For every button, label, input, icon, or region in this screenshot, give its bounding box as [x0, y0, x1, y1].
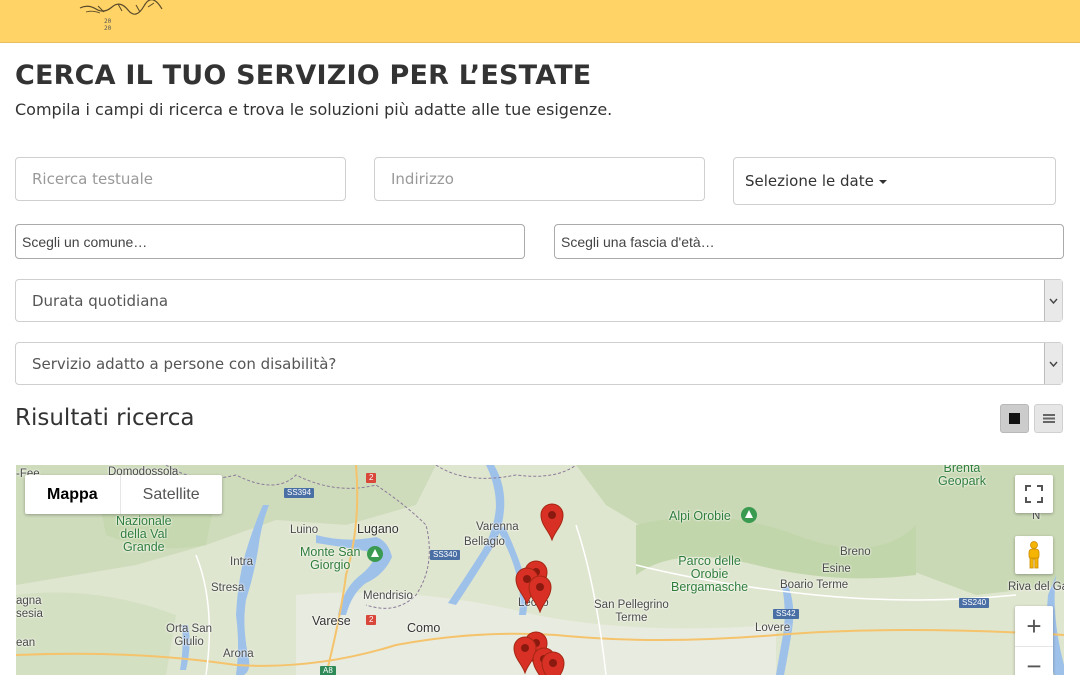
results-map[interactable]: Domodossola -Fee Nazionale della Val Gra…: [16, 465, 1064, 675]
pegman-icon: [1028, 541, 1040, 569]
map-type-map-button[interactable]: Mappa: [25, 475, 120, 514]
date-picker-button[interactable]: Selezione le date: [733, 157, 1056, 205]
park-icon: [741, 507, 757, 523]
municipality-select[interactable]: Scegli un comune…: [15, 224, 525, 259]
map-label: Esine: [822, 563, 851, 575]
age-range-select[interactable]: Scegli una fascia d'età…: [554, 224, 1064, 259]
map-label: Arona: [223, 648, 254, 660]
chevron-down-icon: [1049, 361, 1058, 367]
fullscreen-button[interactable]: [1015, 475, 1053, 513]
zoom-out-button[interactable]: −: [1015, 647, 1053, 675]
map-label: ean: [16, 637, 36, 649]
map-label: Boario Terme: [780, 579, 849, 591]
street-view-button[interactable]: [1015, 536, 1053, 574]
map-label: Orta San Giulio: [166, 623, 213, 648]
map-marker[interactable]: [528, 575, 552, 613]
map-label: Alpi Orobie: [669, 509, 731, 523]
map-label: Riva del Ga: [1008, 581, 1064, 593]
fullscreen-icon: [1025, 485, 1043, 503]
road-shield: 2: [366, 615, 377, 625]
zoom-control: + −: [1015, 606, 1053, 675]
map-label: San Pellegrino Terme: [594, 599, 669, 624]
road-shield: A8: [320, 666, 336, 675]
list-view-button[interactable]: [1034, 404, 1063, 433]
map-label: Varenna: [476, 521, 519, 533]
zoom-in-button[interactable]: +: [1015, 606, 1053, 647]
road-shield: SS42: [773, 609, 799, 619]
map-label: Varese: [312, 614, 351, 628]
map-label: Breno: [840, 546, 871, 558]
map-label: Intra: [230, 556, 254, 568]
daily-duration-select[interactable]: Durata quotidiana: [15, 279, 1063, 322]
list-icon: [1042, 414, 1055, 423]
map-label: Como: [407, 621, 441, 635]
map-label: Bellagio: [464, 536, 505, 548]
page-title: CERCA IL TUO SERVIZIO PER L’ESTATE: [15, 60, 592, 91]
site-header: 20 20: [0, 0, 1080, 43]
disability-select[interactable]: Servizio adatto a persone con disabilità…: [15, 342, 1063, 385]
map-marker[interactable]: [541, 651, 565, 675]
select-arrow[interactable]: [1044, 343, 1062, 384]
select-arrow[interactable]: [1044, 280, 1062, 321]
chevron-down-icon: [1049, 298, 1058, 304]
map-label: Lugano: [357, 522, 399, 536]
logo-year: 20 20: [104, 18, 112, 32]
caret-down-icon: [878, 180, 887, 184]
road-shield: SS394: [284, 488, 315, 498]
page-subtitle: Compila i campi di ricerca e trova le so…: [15, 100, 613, 119]
road-shield: SS340: [430, 550, 461, 560]
results-heading: Risultati ricerca: [15, 405, 195, 431]
map-type-control: Mappa Satellite: [25, 475, 222, 514]
map-label: Stresa: [211, 582, 245, 594]
map-label: agna sesia: [16, 595, 43, 620]
map-label: Lovere: [755, 622, 791, 634]
map-type-satellite-button[interactable]: Satellite: [119, 475, 222, 514]
park-icon: [367, 546, 383, 562]
text-search-input[interactable]: Ricerca testuale: [15, 157, 346, 201]
map-label: Mendrisio: [363, 590, 413, 602]
map-label: Parco delle Orobie Bergamasche: [671, 554, 749, 594]
map-label: Nazionale della Val Grande: [116, 514, 172, 554]
map-label: Luino: [290, 524, 319, 536]
road-shield: 2: [366, 473, 377, 483]
road-shield: SS240: [959, 598, 990, 608]
address-input[interactable]: Indirizzo: [374, 157, 705, 201]
square-icon: [1009, 413, 1020, 424]
map-label: Brenta Geopark: [938, 465, 986, 488]
map-marker[interactable]: [540, 503, 564, 541]
map-view-button[interactable]: [1000, 404, 1029, 433]
site-logo[interactable]: [78, 0, 168, 40]
map-label: Monte San Giorgio: [300, 545, 361, 572]
